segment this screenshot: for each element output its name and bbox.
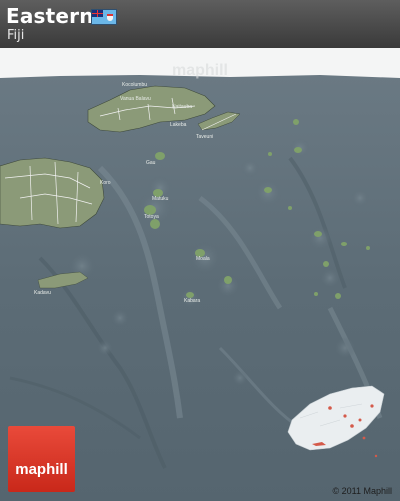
place-label: Kabara <box>184 298 200 304</box>
place-label: Lakeba <box>170 122 187 128</box>
place-label: Gau <box>146 160 156 166</box>
page-title: Eastern <box>6 4 94 28</box>
place-label: Vanua Balavu <box>120 96 151 102</box>
place-label: Matuku <box>152 196 169 202</box>
place-label: Kadavu <box>34 290 51 296</box>
logo-text: maphill <box>15 461 68 478</box>
place-label: Moala <box>196 256 210 262</box>
place-label: Kocolumbu <box>122 82 147 88</box>
map-watermark: maphill <box>171 62 228 79</box>
place-label: Naitauba <box>172 104 192 110</box>
fiji-flag-icon <box>91 9 117 25</box>
header-bar: Eastern Fiji <box>0 0 400 48</box>
country-subtitle: Fiji <box>7 28 25 43</box>
maphill-logo[interactable]: maphill <box>8 426 75 492</box>
copyright-notice: © 2011 Maphill <box>332 486 393 496</box>
viti-levu-island <box>0 157 105 229</box>
place-label: Totoya <box>144 214 159 220</box>
place-label: Koro <box>100 180 111 186</box>
map-frame: Eastern Fiji Kocolumbu Lakeba Kadavu Kab… <box>0 0 400 501</box>
place-label: Taveuni <box>196 134 213 140</box>
